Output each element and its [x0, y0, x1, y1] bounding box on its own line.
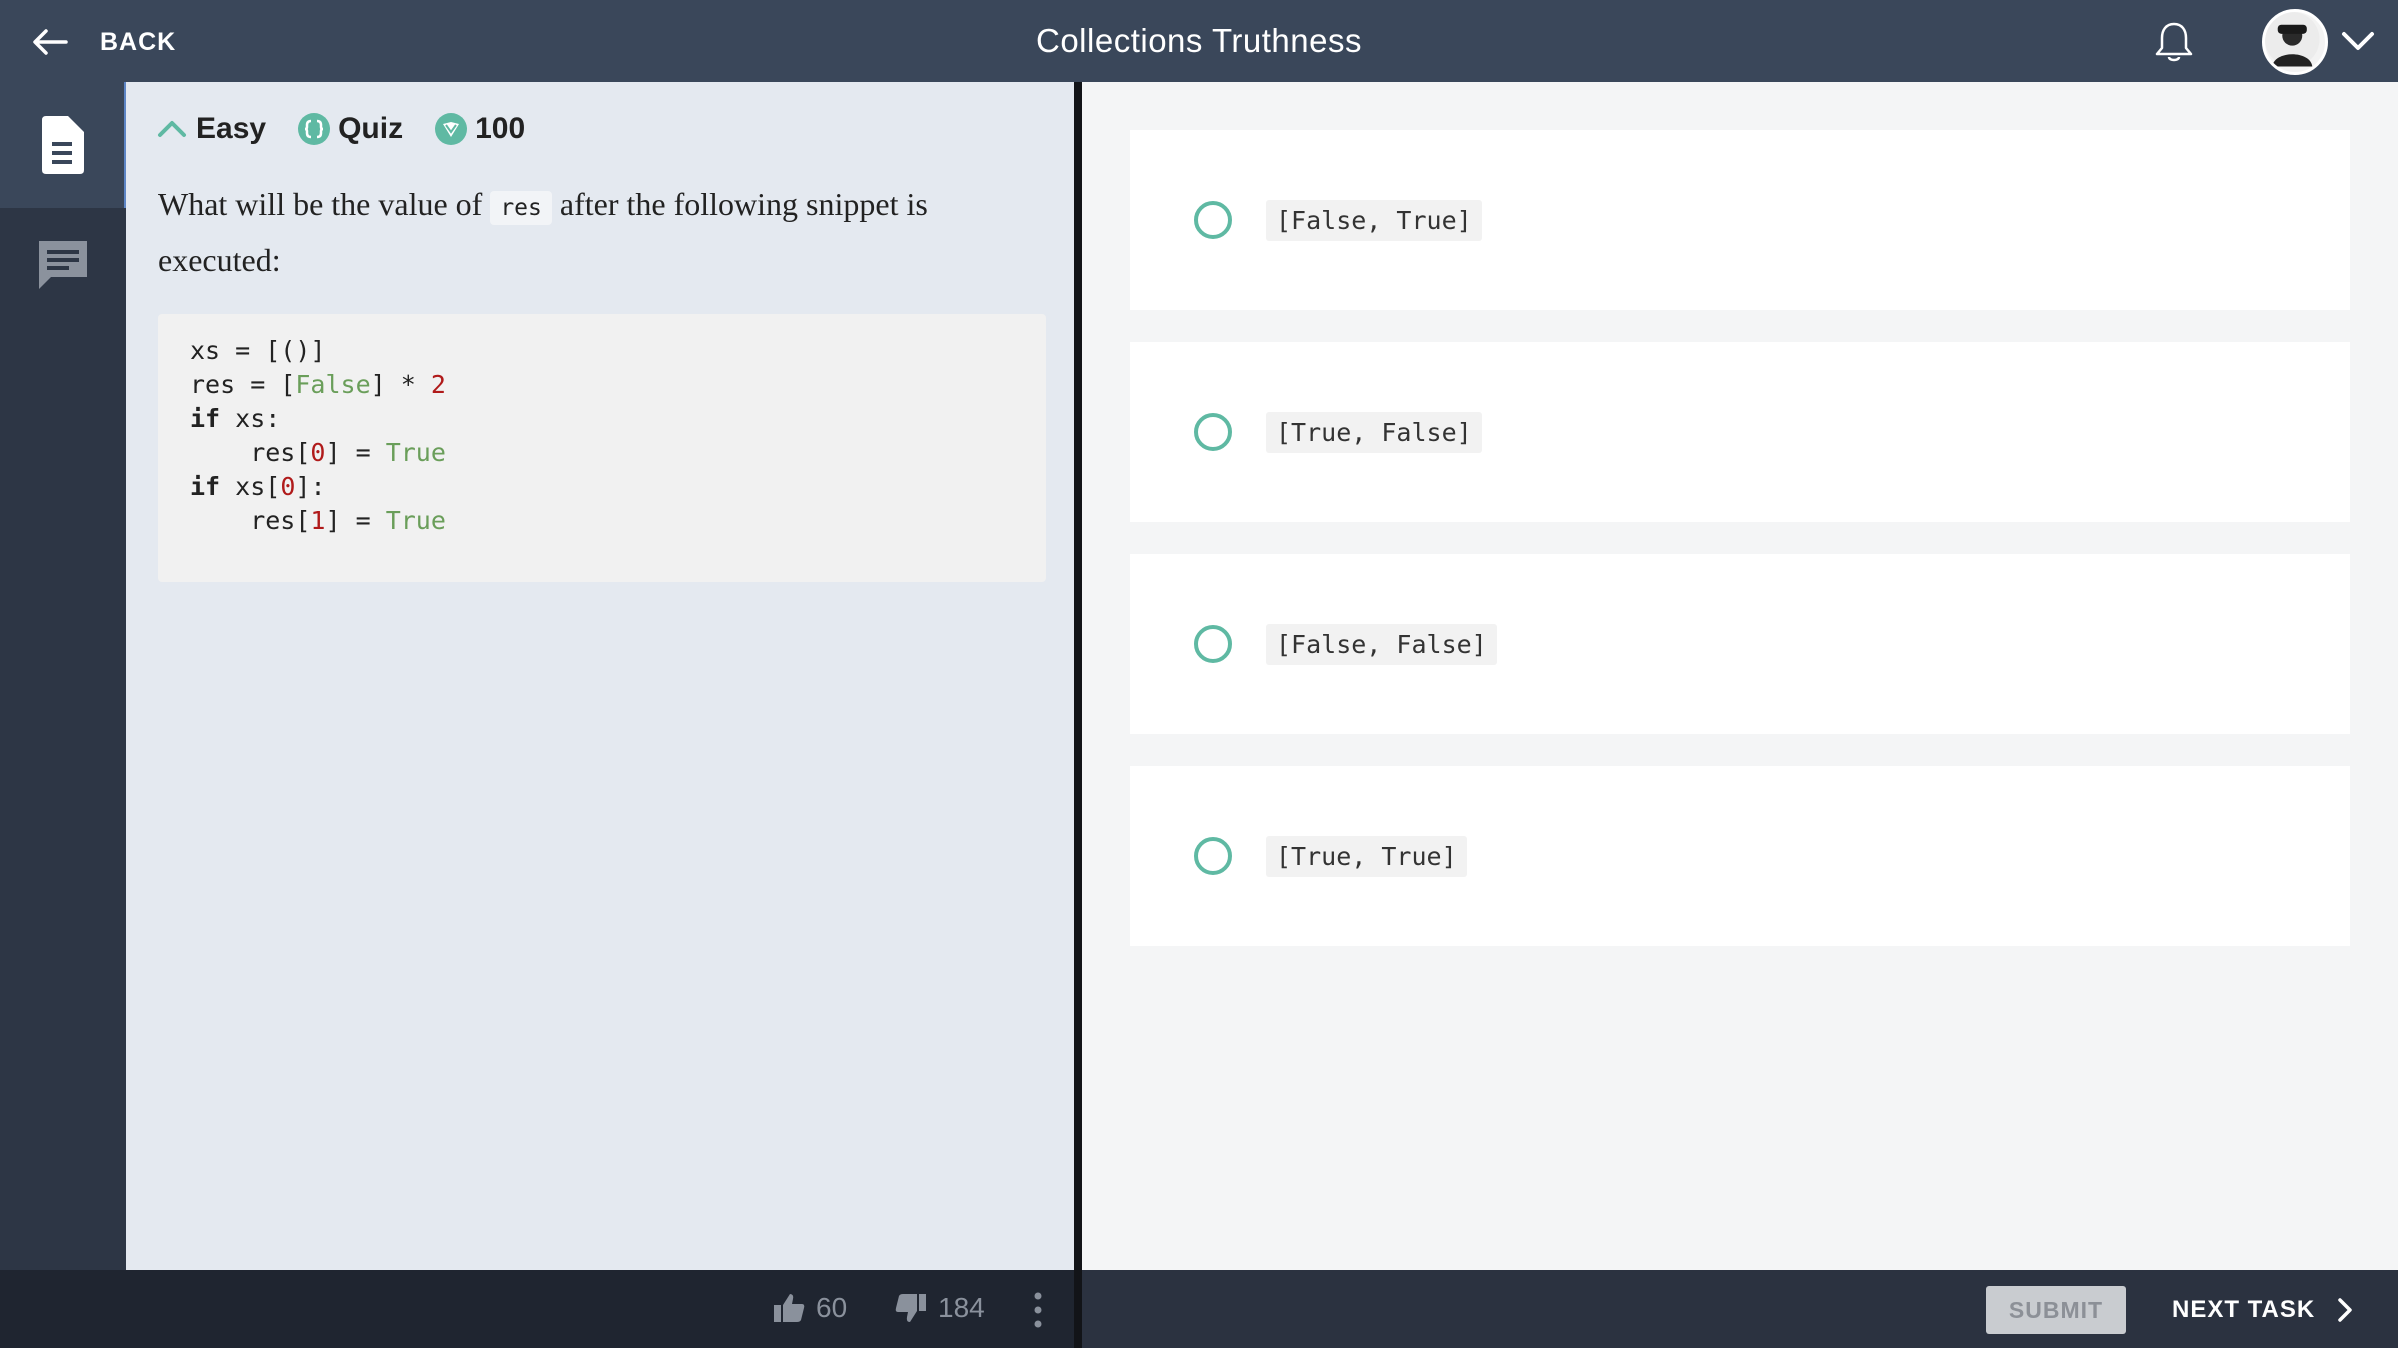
- chevron-right-icon: [2338, 1298, 2352, 1322]
- option-label: [False, True]: [1266, 199, 1482, 241]
- like-count: 60: [816, 1292, 848, 1323]
- task-description-pane: Easy Quiz 100 What will be the value of …: [126, 82, 1074, 1270]
- submit-button[interactable]: SUBMIT: [1986, 1286, 2126, 1334]
- page-title: Collections Truthness: [1036, 22, 1362, 59]
- chevron-down-icon[interactable]: [2338, 26, 2378, 56]
- dislike-count: 184: [938, 1292, 985, 1323]
- points-label: 100: [475, 112, 526, 145]
- difficulty-label: Easy: [196, 112, 267, 145]
- back-label: BACK: [100, 27, 177, 56]
- option-label: [False, False]: [1266, 623, 1497, 665]
- next-task-button[interactable]: NEXT TASK: [2172, 1286, 2353, 1334]
- more-options-icon[interactable]: [1028, 1290, 1048, 1330]
- difficulty-badge: Easy: [156, 112, 266, 146]
- answer-option[interactable]: [True, True]: [1130, 766, 2350, 946]
- answer-pane: [False, True] [True, False] [False, Fals…: [1082, 82, 2398, 1270]
- arrow-left-icon: [33, 29, 68, 55]
- side-nav: [0, 82, 126, 1270]
- radio-button[interactable]: [1194, 837, 1232, 875]
- option-label: [True, True]: [1266, 835, 1467, 877]
- points-icon: [435, 113, 468, 145]
- radio-button[interactable]: [1194, 201, 1232, 239]
- right-footer: SUBMIT NEXT TASK: [1082, 1270, 2398, 1348]
- option-label: [True, False]: [1266, 411, 1482, 453]
- question-text: What will be the value of res after the …: [158, 186, 928, 278]
- thumbs-down-icon: [895, 1294, 926, 1322]
- quiz-icon: [298, 113, 331, 145]
- chevron-up-icon: [158, 121, 186, 137]
- code-snippet: xs = [()] res = [False] * 2 if xs: res[0…: [158, 314, 1046, 582]
- answer-option[interactable]: [False, False]: [1130, 554, 2350, 734]
- avatar[interactable]: [2262, 9, 2328, 75]
- bell-icon[interactable]: [2150, 18, 2198, 66]
- left-footer: 60 184: [0, 1270, 1074, 1348]
- nav-item-discussion[interactable]: [0, 207, 126, 322]
- task-meta: Easy Quiz 100: [156, 112, 557, 146]
- points-badge: 100: [435, 112, 525, 146]
- pane-divider[interactable]: [1074, 82, 1082, 1348]
- answer-option[interactable]: [True, False]: [1130, 342, 2350, 522]
- document-icon: [42, 116, 84, 174]
- chat-icon: [39, 240, 87, 289]
- like-button[interactable]: 60: [772, 1292, 847, 1324]
- back-button[interactable]: BACK: [30, 22, 176, 62]
- next-task-label: NEXT TASK: [2172, 1296, 2316, 1323]
- nav-item-description[interactable]: [0, 82, 126, 208]
- thumbs-up-icon: [774, 1294, 805, 1322]
- top-bar: BACK Collections Truthness: [0, 0, 2398, 82]
- radio-button[interactable]: [1194, 413, 1232, 451]
- radio-button[interactable]: [1194, 625, 1232, 663]
- dislike-button[interactable]: 184: [894, 1292, 985, 1324]
- task-type-badge: Quiz: [298, 112, 403, 146]
- answer-option[interactable]: [False, True]: [1130, 130, 2350, 310]
- task-type-label: Quiz: [338, 112, 404, 145]
- inline-code: res: [490, 191, 552, 225]
